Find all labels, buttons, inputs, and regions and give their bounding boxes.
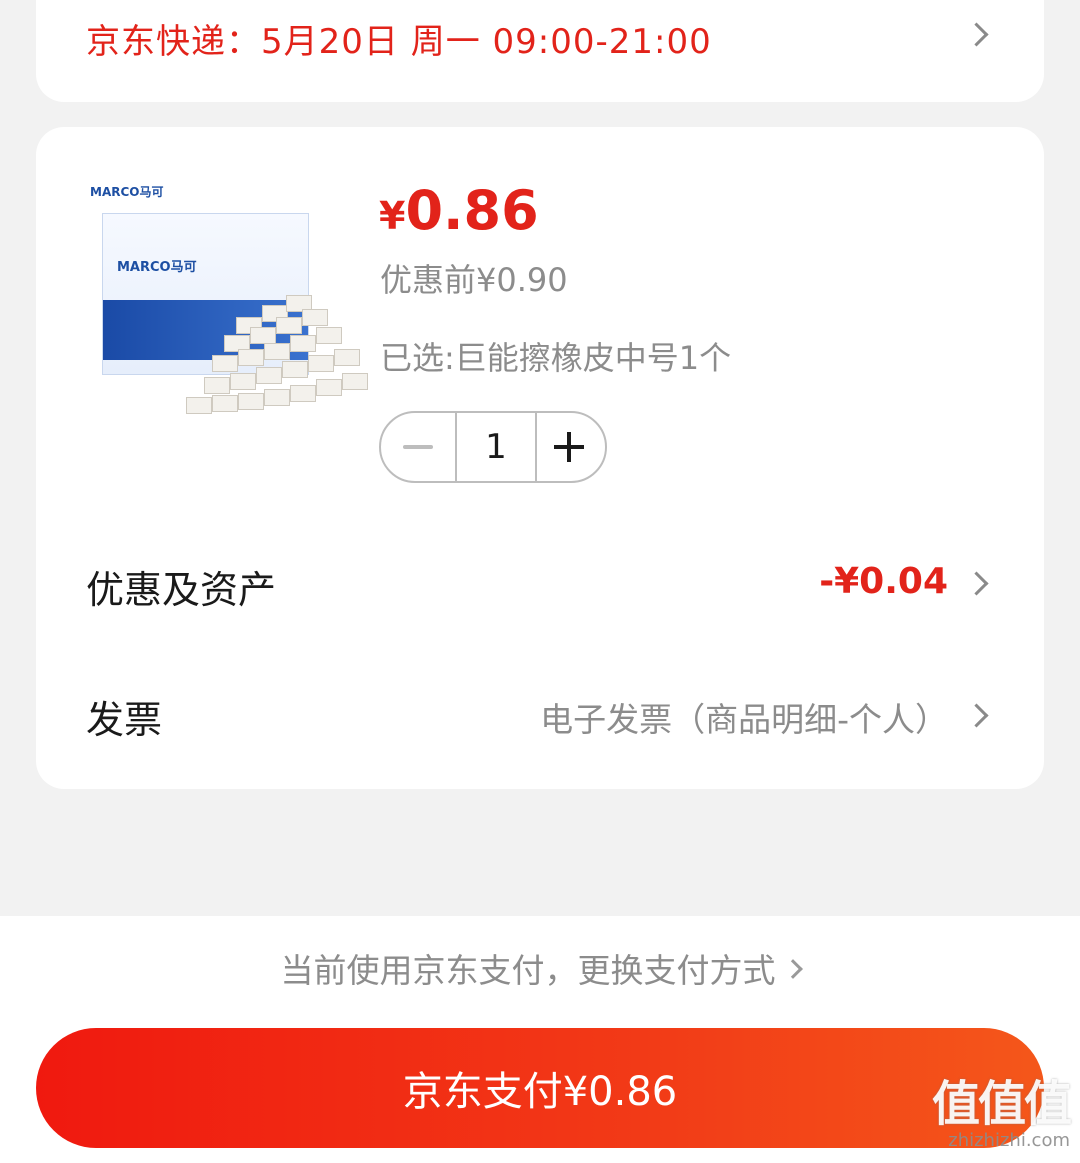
eraser-shape (334, 349, 360, 366)
delivery-time-text: 京东快递：5月20日 周一 09:00-21:00 (86, 22, 712, 62)
watermark: 值值值 zhizhizhi.com (931, 1076, 1072, 1152)
eraser-shape (256, 367, 282, 384)
plus-icon (554, 432, 584, 462)
eraser-shape (186, 397, 212, 414)
brand-logo: MARCO马可 (90, 185, 164, 199)
pay-button-label: 京东支付¥0.86 (402, 1069, 678, 1115)
price-currency: ¥ (379, 194, 406, 238)
eraser-shape (316, 379, 342, 396)
watermark-url: zhizhizhi.com (948, 1130, 1070, 1151)
payment-panel: 当前使用京东支付，更换支付方式 京东支付¥0.86 (0, 916, 1080, 1163)
watermark-logo: 值值值 (931, 1076, 1072, 1132)
invoice-row-label[interactable]: 发票 (86, 689, 162, 744)
box-text: 巨能擦 (115, 404, 194, 434)
eraser-shape (316, 327, 342, 344)
delivery-card[interactable]: 京东快递：5月20日 周一 09:00-21:00 (36, 0, 1044, 102)
quantity-stepper: 1 (379, 411, 607, 483)
eraser-shape (290, 335, 316, 352)
selected-spec[interactable]: 已选:巨能擦橡皮中号1个 (380, 333, 731, 379)
change-payment-method-link[interactable]: 当前使用京东支付，更换支付方式 (0, 944, 1080, 992)
eraser-shape (238, 393, 264, 410)
eraser-shape (230, 373, 256, 390)
eraser-shape (250, 327, 276, 344)
eraser-shape (264, 343, 290, 360)
product-image[interactable]: MARCO马可 MARCO马可 巨能擦 (86, 167, 368, 437)
price-value: 0.86 (405, 179, 539, 242)
quantity-value[interactable]: 1 (455, 413, 537, 481)
pay-button[interactable]: 京东支付¥0.86 (36, 1028, 1044, 1148)
chevron-right-icon (782, 958, 803, 979)
eraser-shape (264, 389, 290, 406)
eraser-shape (282, 361, 308, 378)
chevron-right-icon (964, 571, 989, 596)
box-brand: MARCO马可 (117, 260, 197, 275)
eraser-shape (290, 385, 316, 402)
invoice-value[interactable]: 电子发票（商品明细-个人） (540, 693, 948, 741)
eraser-shape (204, 377, 230, 394)
eraser-shape (276, 317, 302, 334)
payment-method-text: 当前使用京东支付，更换支付方式 (280, 951, 776, 990)
chevron-right-icon (964, 703, 989, 728)
order-card: MARCO马可 MARCO马可 巨能擦 ¥0.86 优惠前¥0.90 已选:巨能… (36, 127, 1044, 789)
chevron-right-icon (964, 22, 989, 47)
original-price: 优惠前¥0.90 (380, 261, 568, 299)
discount-value[interactable]: -¥0.04 (819, 561, 948, 602)
eraser-shape (212, 395, 238, 412)
eraser-shape (212, 355, 238, 372)
discount-row-label[interactable]: 优惠及资产 (86, 559, 276, 614)
eraser-shape (238, 349, 264, 366)
increase-quantity-button[interactable] (533, 413, 605, 481)
decrease-quantity-button[interactable] (381, 413, 455, 481)
eraser-shape (308, 355, 334, 372)
eraser-shape (342, 373, 368, 390)
eraser-shape (302, 309, 328, 326)
minus-icon (403, 445, 433, 449)
product-price: ¥0.86 (379, 179, 539, 242)
